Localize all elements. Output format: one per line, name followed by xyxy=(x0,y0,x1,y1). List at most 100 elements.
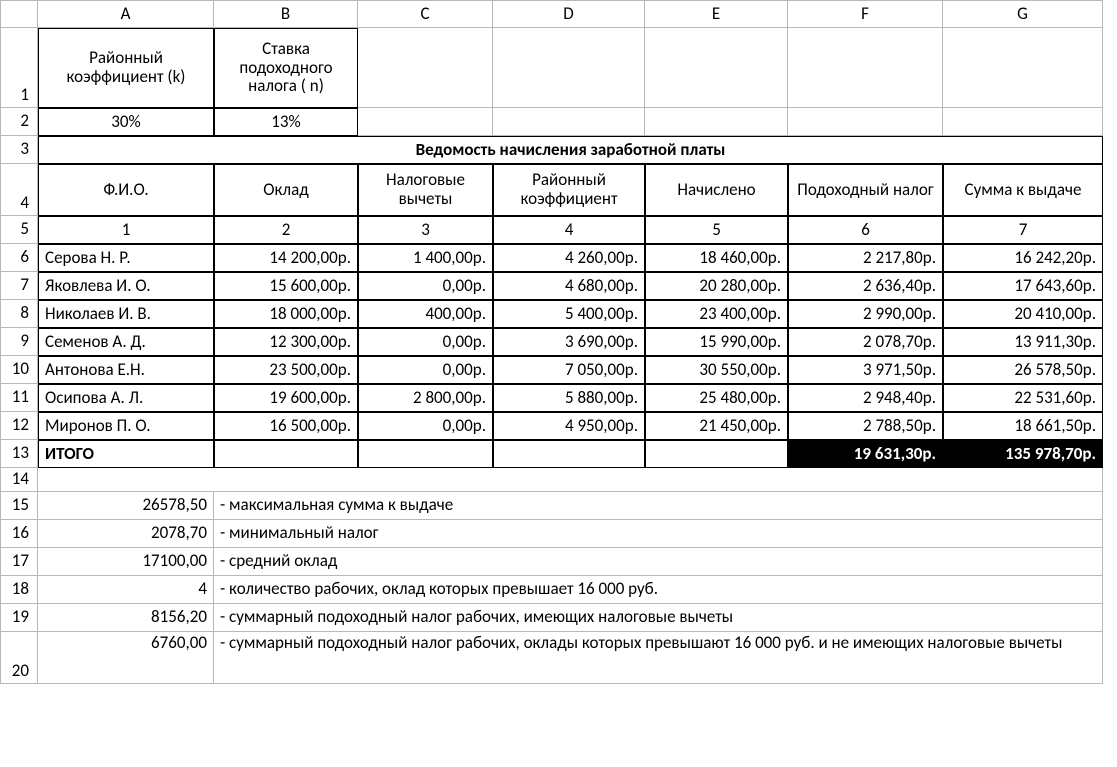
cell-A12[interactable]: Миронов П. О. xyxy=(38,412,214,440)
cell-A9[interactable]: Семенов А. Д. xyxy=(38,328,214,356)
row-header-2[interactable]: 2 xyxy=(0,108,38,136)
col-header-D[interactable]: D xyxy=(493,0,645,28)
cell-F13[interactable]: 19 631,30р. xyxy=(788,440,943,468)
col-header-C[interactable]: C xyxy=(358,0,493,28)
cell-D12[interactable]: 4 950,00р. xyxy=(493,412,645,440)
row-header-6[interactable]: 6 xyxy=(0,244,38,272)
cell-A6[interactable]: Серова Н. Р. xyxy=(38,244,214,272)
row-header-1[interactable]: 1 xyxy=(0,28,38,108)
row-header-17[interactable]: 17 xyxy=(0,548,38,576)
cell-G8[interactable]: 20 410,00р. xyxy=(943,300,1103,328)
cell-F5[interactable]: 6 xyxy=(788,216,943,244)
cell-B8[interactable]: 18 000,00р. xyxy=(214,300,358,328)
cell-A18[interactable]: 4 xyxy=(38,576,214,604)
cell-F8[interactable]: 2 990,00р. xyxy=(788,300,943,328)
cell-A8[interactable]: Николаев И. В. xyxy=(38,300,214,328)
cell-C8[interactable]: 400,00р. xyxy=(358,300,493,328)
cell-F4[interactable]: Подоходный налог xyxy=(788,164,943,216)
cell-D10[interactable]: 7 050,00р. xyxy=(493,356,645,384)
cell-F7[interactable]: 2 636,40р. xyxy=(788,272,943,300)
cell-B4[interactable]: Оклад xyxy=(214,164,358,216)
cell-A2[interactable]: 30% xyxy=(38,108,214,136)
cell-A1[interactable]: Районный коэффициент (k) xyxy=(38,28,214,108)
row-header-19[interactable]: 19 xyxy=(0,604,38,632)
cell-B9[interactable]: 12 300,00р. xyxy=(214,328,358,356)
cell-C2[interactable] xyxy=(358,108,493,136)
cell-F11[interactable]: 2 948,40р. xyxy=(788,384,943,412)
cell-G10[interactable]: 26 578,50р. xyxy=(943,356,1103,384)
cell-C4[interactable]: Налоговые вычеты xyxy=(358,164,493,216)
cell-A20[interactable]: 6760,00 xyxy=(38,632,214,684)
cell-G5[interactable]: 7 xyxy=(943,216,1103,244)
col-header-B[interactable]: B xyxy=(214,0,358,28)
cell-B13[interactable] xyxy=(214,440,358,468)
cell-F2[interactable] xyxy=(788,108,943,136)
row-header-4[interactable]: 4 xyxy=(0,164,38,216)
cell-B16[interactable]: - минимальный налог xyxy=(214,520,1103,548)
row-header-15[interactable]: 15 xyxy=(0,492,38,520)
col-header-E[interactable]: E xyxy=(645,0,788,28)
cell-D13[interactable] xyxy=(493,440,645,468)
cell-A5[interactable]: 1 xyxy=(38,216,214,244)
row-header-8[interactable]: 8 xyxy=(0,300,38,328)
cell-B5[interactable]: 2 xyxy=(214,216,358,244)
cell-C13[interactable] xyxy=(358,440,493,468)
cell-G12[interactable]: 18 661,50р. xyxy=(943,412,1103,440)
cell-B7[interactable]: 15 600,00р. xyxy=(214,272,358,300)
col-header-G[interactable]: G xyxy=(943,0,1103,28)
cell-F6[interactable]: 2 217,80р. xyxy=(788,244,943,272)
cell-A15[interactable]: 26578,50 xyxy=(38,492,214,520)
cell-E4[interactable]: Начислено xyxy=(645,164,788,216)
cell-A17[interactable]: 17100,00 xyxy=(38,548,214,576)
cell-G9[interactable]: 13 911,30р. xyxy=(943,328,1103,356)
cell-A7[interactable]: Яковлева И. О. xyxy=(38,272,214,300)
row-header-16[interactable]: 16 xyxy=(0,520,38,548)
row-header-3[interactable]: 3 xyxy=(0,136,38,164)
cell-C1[interactable] xyxy=(358,28,493,108)
row-header-13[interactable]: 13 xyxy=(0,440,38,468)
row-header-12[interactable]: 12 xyxy=(0,412,38,440)
cell-E13[interactable] xyxy=(645,440,788,468)
cell-D11[interactable]: 5 880,00р. xyxy=(493,384,645,412)
cell-A19[interactable]: 8156,20 xyxy=(38,604,214,632)
cell-B17[interactable]: - средний оклад xyxy=(214,548,1103,576)
cell-C6[interactable]: 1 400,00р. xyxy=(358,244,493,272)
col-header-F[interactable]: F xyxy=(788,0,943,28)
cell-A10[interactable]: Антонова Е.Н. xyxy=(38,356,214,384)
cell-B1[interactable]: Ставка подоходного налога ( n) xyxy=(214,28,358,108)
cell-A11[interactable]: Осипова А. Л. xyxy=(38,384,214,412)
cell-E11[interactable]: 25 480,00р. xyxy=(645,384,788,412)
cell-B18[interactable]: - количество рабочих, оклад которых прев… xyxy=(214,576,1103,604)
cell-G7[interactable]: 17 643,60р. xyxy=(943,272,1103,300)
cell-D1[interactable] xyxy=(493,28,645,108)
cell-A16[interactable]: 2078,70 xyxy=(38,520,214,548)
cell-B12[interactable]: 16 500,00р. xyxy=(214,412,358,440)
row-header-7[interactable]: 7 xyxy=(0,272,38,300)
cell-B10[interactable]: 23 500,00р. xyxy=(214,356,358,384)
cell-E6[interactable]: 18 460,00р. xyxy=(645,244,788,272)
cell-E1[interactable] xyxy=(645,28,788,108)
row-header-9[interactable]: 9 xyxy=(0,328,38,356)
cell-E10[interactable]: 30 550,00р. xyxy=(645,356,788,384)
row-header-18[interactable]: 18 xyxy=(0,576,38,604)
cell-C7[interactable]: 0,00р. xyxy=(358,272,493,300)
cell-C10[interactable]: 0,00р. xyxy=(358,356,493,384)
cell-D6[interactable]: 4 260,00р. xyxy=(493,244,645,272)
cell-D7[interactable]: 4 680,00р. xyxy=(493,272,645,300)
cell-C12[interactable]: 0,00р. xyxy=(358,412,493,440)
cell-F9[interactable]: 2 078,70р. xyxy=(788,328,943,356)
cell-D5[interactable]: 4 xyxy=(493,216,645,244)
cell-C11[interactable]: 2 800,00р. xyxy=(358,384,493,412)
cell-E7[interactable]: 20 280,00р. xyxy=(645,272,788,300)
cell-B6[interactable]: 14 200,00р. xyxy=(214,244,358,272)
row-header-20[interactable]: 20 xyxy=(0,632,38,684)
cell-A13[interactable]: ИТОГО xyxy=(38,440,214,468)
cell-C5[interactable]: 3 xyxy=(358,216,493,244)
cell-E9[interactable]: 15 990,00р. xyxy=(645,328,788,356)
cell-A4[interactable]: Ф.И.О. xyxy=(38,164,214,216)
cell-B19[interactable]: - суммарный подоходный налог рабочих, им… xyxy=(214,604,1103,632)
cell-G1[interactable] xyxy=(943,28,1103,108)
cell-F10[interactable]: 3 971,50р. xyxy=(788,356,943,384)
row-header-14[interactable]: 14 xyxy=(0,468,38,492)
cell-row14[interactable] xyxy=(38,468,1103,492)
